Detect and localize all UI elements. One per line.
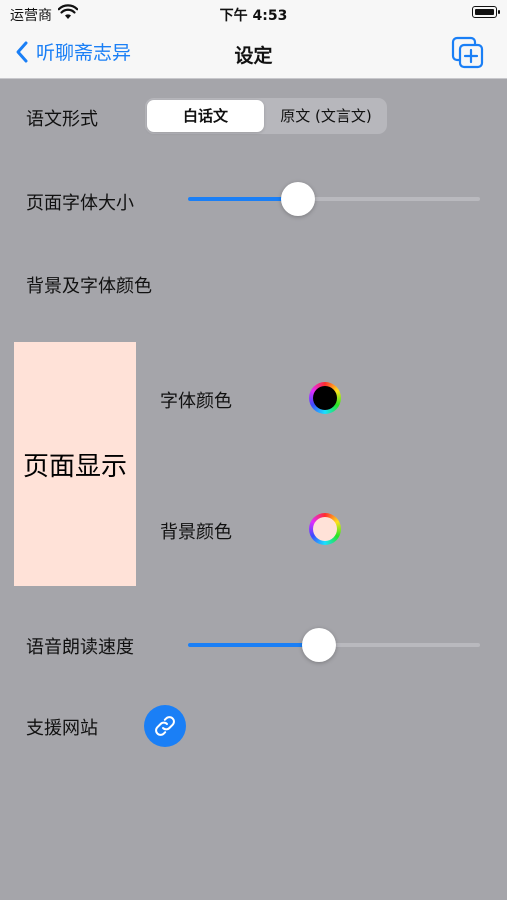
text-form-label: 语文形式	[26, 109, 98, 130]
font-color-label: 字体颜色	[160, 391, 232, 412]
bg-color-label: 背景颜色	[160, 522, 232, 543]
font-color-well[interactable]	[309, 382, 341, 414]
text-form-segmented-control: 白话文 原文 (文言文)	[145, 98, 387, 134]
colors-section-label: 背景及字体颜色	[26, 276, 152, 297]
clock: 下午 4:53	[219, 8, 288, 24]
font-size-slider[interactable]	[188, 182, 480, 216]
bg-color-well[interactable]	[309, 513, 341, 545]
add-copy-icon[interactable]	[451, 36, 485, 70]
link-icon	[155, 716, 175, 736]
speech-rate-slider[interactable]	[188, 628, 480, 662]
segment-classical[interactable]: 原文 (文言文)	[265, 98, 387, 134]
speech-rate-label: 语音朗读速度	[26, 637, 134, 658]
page-preview: 页面显示	[14, 342, 136, 586]
bg-color-swatch	[313, 517, 337, 541]
page-title: 设定	[234, 45, 273, 67]
navigation-bar: 听聊斋志异 设定	[0, 28, 507, 79]
status-bar: 运营商 下午 4:53	[0, 0, 507, 28]
battery-icon	[472, 6, 500, 18]
slider-thumb[interactable]	[280, 182, 315, 216]
segment-vernacular[interactable]: 白话文	[147, 100, 264, 132]
support-site-link-button[interactable]	[144, 705, 186, 747]
slider-fill	[188, 643, 319, 647]
font-color-swatch	[313, 386, 337, 410]
font-size-label: 页面字体大小	[26, 193, 134, 214]
slider-thumb[interactable]	[301, 628, 336, 662]
support-site-label: 支援网站	[26, 718, 98, 739]
